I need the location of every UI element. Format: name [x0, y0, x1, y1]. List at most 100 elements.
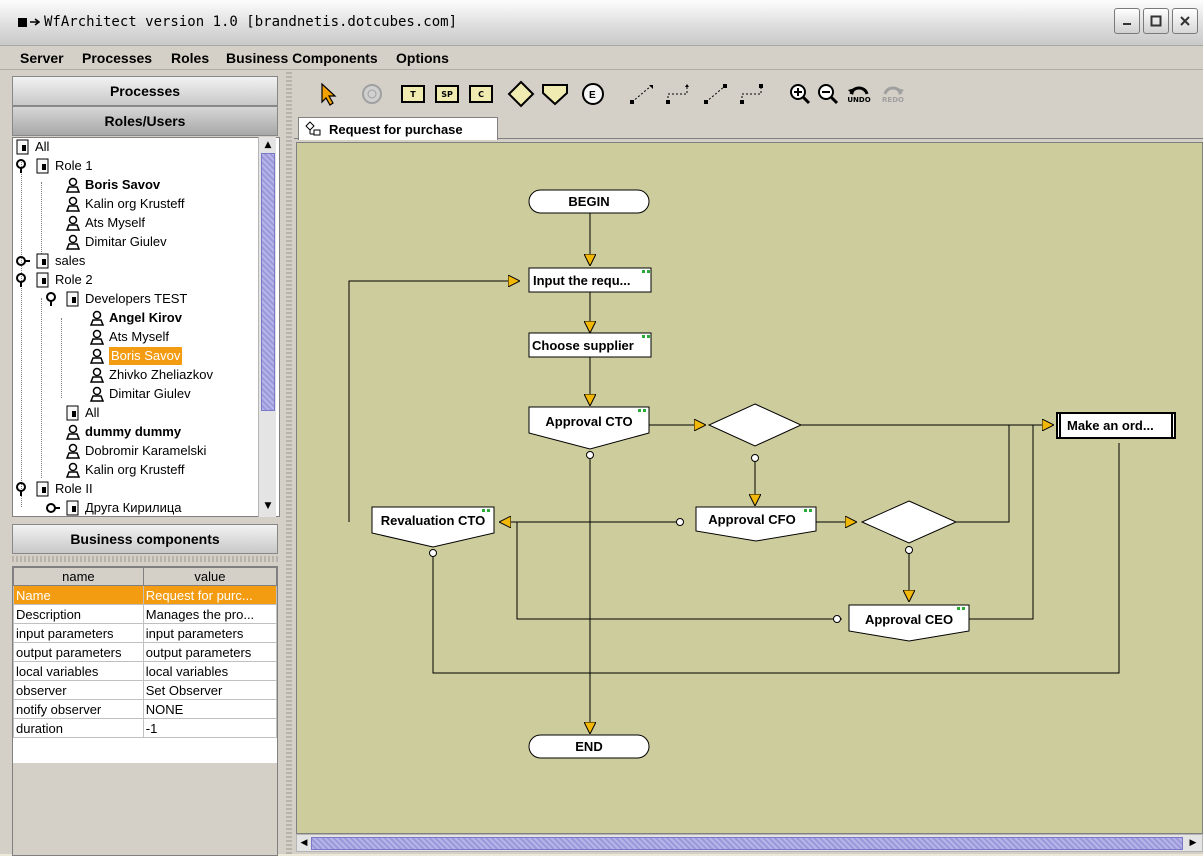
event-tool-button[interactable]: E	[580, 80, 606, 108]
input-request-task[interactable]: Input the requ...	[528, 267, 652, 293]
tree-node-user[interactable]: Dobromir Karamelski	[65, 442, 206, 460]
tree-node-role-1[interactable]: Role 1	[15, 157, 93, 175]
roles-users-tree[interactable]: All Role 1 Boris Savov Kalin org Krustef…	[12, 137, 280, 517]
decision-diamond-2[interactable]	[860, 500, 958, 544]
port[interactable]	[429, 549, 437, 557]
table-row[interactable]: notify observer NONE	[13, 699, 278, 719]
tree-node-user[interactable]: dummy dummy	[65, 423, 181, 441]
undo-button[interactable]: UNDO	[844, 80, 874, 108]
scroll-down-icon[interactable]: ▼	[261, 499, 275, 513]
scroll-up-icon[interactable]: ▲	[261, 138, 275, 152]
tree-node-user[interactable]: Zhivko Zheliazkov	[89, 366, 213, 384]
cell-value[interactable]: input parameters	[142, 623, 278, 643]
tree-node-user-selected[interactable]: Boris Savov	[89, 347, 183, 365]
decision-diamond-1[interactable]	[707, 403, 803, 447]
minimize-button[interactable]	[1114, 8, 1140, 34]
table-row[interactable]: local variables local variables	[13, 661, 278, 681]
table-row[interactable]: input parameters input parameters	[13, 623, 278, 643]
end-node[interactable]: END	[528, 734, 650, 759]
tree-node-user[interactable]: Dimitar Giulev	[65, 233, 167, 251]
port[interactable]	[586, 451, 594, 459]
tree-node-role-2[interactable]: Role 2	[15, 271, 93, 289]
tree-node-all[interactable]: All	[65, 404, 99, 422]
scroll-left-icon[interactable]: ◀	[297, 836, 311, 850]
zoom-out-button[interactable]	[816, 80, 840, 108]
elbow-line-tool-button[interactable]	[664, 80, 692, 108]
cell-value[interactable]: Set Observer	[142, 680, 278, 700]
vertical-splitter[interactable]	[286, 72, 292, 854]
tree-node-sales[interactable]: sales	[15, 252, 85, 270]
connector[interactable]	[432, 443, 1120, 674]
zoom-in-button[interactable]	[788, 80, 812, 108]
roles-users-button[interactable]: Roles/Users	[12, 106, 278, 136]
connector[interactable]	[956, 425, 1010, 523]
task-tool-button[interactable]: T	[398, 80, 428, 108]
choose-supplier-task[interactable]: Choose supplier	[528, 332, 652, 358]
tree-node-all[interactable]: All	[15, 138, 49, 156]
menu-roles[interactable]: Roles	[171, 50, 209, 66]
merge-tool-button[interactable]	[540, 80, 570, 108]
close-button[interactable]	[1172, 8, 1198, 34]
tree-node-user[interactable]: Angel Kirov	[89, 309, 182, 327]
line-tool-2-button[interactable]	[702, 80, 730, 108]
tree-node-user[interactable]: Ats Myself	[89, 328, 169, 346]
column-header-name[interactable]: name	[13, 567, 144, 586]
tree-node-user[interactable]: Dimitar Giulev	[89, 385, 191, 403]
select-tool-button[interactable]	[316, 80, 340, 108]
processes-button[interactable]: Processes	[12, 76, 278, 106]
redo-button[interactable]: REDO	[878, 80, 908, 108]
menu-business-components[interactable]: Business Components	[226, 50, 378, 66]
port[interactable]	[833, 615, 841, 623]
tree-scrollbar[interactable]: ▲ ▼	[258, 137, 276, 517]
approval-cto-node[interactable]: Approval CTO	[528, 406, 650, 450]
table-row[interactable]: Name Request for purc...	[13, 585, 278, 605]
subprocess-tool-button[interactable]: SP	[432, 80, 462, 108]
canvas-scroll-thumb[interactable]	[311, 837, 1183, 850]
tree-node-user[interactable]: Kalin org Krusteff	[65, 195, 184, 213]
cell-value[interactable]: Manages the pro...	[142, 604, 278, 624]
begin-node[interactable]: BEGIN	[528, 189, 650, 214]
cell-value[interactable]: local variables	[142, 661, 278, 681]
left-splitter[interactable]	[12, 556, 278, 562]
cell-value[interactable]: -1	[142, 718, 278, 738]
elbow-line-tool-2-button[interactable]	[738, 80, 766, 108]
tab-request-for-purchase[interactable]: Request for purchase	[298, 117, 498, 140]
column-header-value[interactable]: value	[142, 567, 278, 586]
disabled-tool-button[interactable]	[360, 80, 384, 108]
component-tool-button[interactable]: C	[466, 80, 496, 108]
connector[interactable]	[348, 281, 519, 522]
table-row[interactable]: observer Set Observer	[13, 680, 278, 700]
port[interactable]	[676, 518, 684, 526]
make-order-task[interactable]: Make an ord...	[1056, 412, 1176, 439]
table-row[interactable]: output parameters output parameters	[13, 642, 278, 662]
cell-value[interactable]: output parameters	[142, 642, 278, 662]
connector[interactable]	[516, 522, 842, 620]
canvas-hscrollbar[interactable]: ◀ ▶	[296, 834, 1203, 852]
menu-options[interactable]: Options	[396, 50, 449, 66]
menu-server[interactable]: Server	[20, 50, 64, 66]
revaluation-cto-node[interactable]: Revaluation CTO	[371, 506, 495, 548]
diagram-connectors	[348, 213, 1120, 733]
tree-node-developers-test[interactable]: Developers TEST	[45, 290, 187, 308]
approval-ceo-node[interactable]: Approval CEO	[848, 604, 970, 642]
tree-node-role-ii[interactable]: Role II	[15, 480, 93, 498]
tree-scroll-thumb[interactable]	[261, 153, 275, 411]
port[interactable]	[751, 454, 759, 462]
menu-processes[interactable]: Processes	[82, 50, 152, 66]
tree-node-cyrillic[interactable]: Друга Кирилица	[45, 499, 182, 516]
decision-tool-button[interactable]	[506, 80, 536, 108]
tree-node-user[interactable]: Boris Savov	[65, 176, 160, 194]
tree-node-user[interactable]: Kalin org Krusteff	[65, 461, 184, 479]
maximize-button[interactable]	[1143, 8, 1169, 34]
table-row[interactable]: Description Manages the pro...	[13, 604, 278, 624]
approval-cfo-node[interactable]: Approval CFO	[695, 506, 817, 542]
process-diagram-canvas[interactable]: BEGIN Input the requ... Choose supplier …	[296, 142, 1203, 834]
tree-node-user[interactable]: Ats Myself	[65, 214, 145, 232]
business-components-button[interactable]: Business components	[12, 524, 278, 554]
scroll-right-icon[interactable]: ▶	[1186, 836, 1200, 850]
table-row[interactable]: duration -1	[13, 718, 278, 738]
line-tool-button[interactable]	[628, 80, 656, 108]
port[interactable]	[905, 546, 913, 554]
cell-value[interactable]: Request for purc...	[142, 585, 278, 605]
cell-value[interactable]: NONE	[142, 699, 278, 719]
